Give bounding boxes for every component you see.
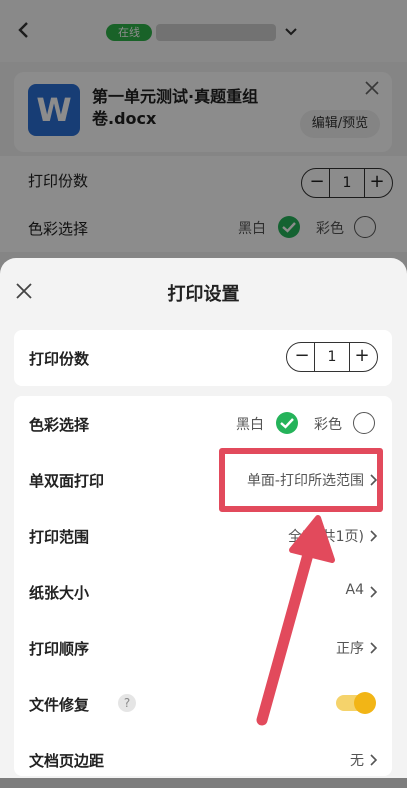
color-radio[interactable] — [353, 412, 375, 434]
bw-option-label: 黑白 — [236, 417, 264, 433]
increment-button[interactable]: + — [349, 343, 375, 371]
toggle-knob — [354, 692, 376, 714]
chevron-right-icon — [370, 642, 378, 654]
print-order-row[interactable]: 打印顺序 正序 — [14, 620, 392, 676]
print-settings-sheet: 打印设置 打印份数 − 1 + 色彩选择 黑白 彩色 单双面打印 单面-打印所选… — [0, 258, 407, 778]
chevron-right-icon — [370, 530, 378, 542]
copies-card: 打印份数 − 1 + — [14, 330, 392, 386]
color-option-label: 彩色 — [314, 417, 342, 433]
color-label: 色彩选择 — [29, 416, 90, 434]
sheet-title: 打印设置 — [167, 284, 240, 305]
margin-row[interactable]: 文档页边距 无 — [14, 732, 392, 788]
range-row[interactable]: 打印范围 全部(共1页) — [14, 508, 392, 564]
copies-label: 打印份数 — [29, 350, 90, 368]
file-repair-label: 文件修复 — [29, 696, 90, 714]
paper-size-row[interactable]: 纸张大小 A4 — [14, 564, 392, 620]
duplex-label: 单双面打印 — [29, 472, 105, 490]
help-icon[interactable]: ? — [118, 694, 136, 712]
copies-stepper[interactable]: − 1 + — [286, 342, 378, 372]
copies-row: 打印份数 − 1 + — [14, 330, 392, 386]
margin-label: 文档页边距 — [29, 752, 105, 770]
copies-value: 1 — [314, 343, 350, 371]
decrement-button[interactable]: − — [289, 343, 315, 371]
chevron-right-icon — [370, 586, 378, 598]
margin-value: 无 — [350, 753, 364, 769]
highlight-box-annotation — [219, 448, 383, 512]
range-label: 打印范围 — [29, 528, 90, 546]
range-value: 全部(共1页) — [288, 529, 364, 545]
file-repair-row: 文件修复 ? — [14, 676, 392, 732]
print-order-label: 打印顺序 — [29, 640, 90, 658]
paper-size-value: A4 — [345, 582, 364, 598]
print-order-value: 正序 — [336, 641, 364, 657]
color-row: 色彩选择 黑白 彩色 — [14, 396, 392, 452]
paper-size-label: 纸张大小 — [29, 584, 90, 602]
bw-radio-checked[interactable] — [276, 412, 298, 434]
file-repair-toggle[interactable] — [336, 692, 376, 714]
